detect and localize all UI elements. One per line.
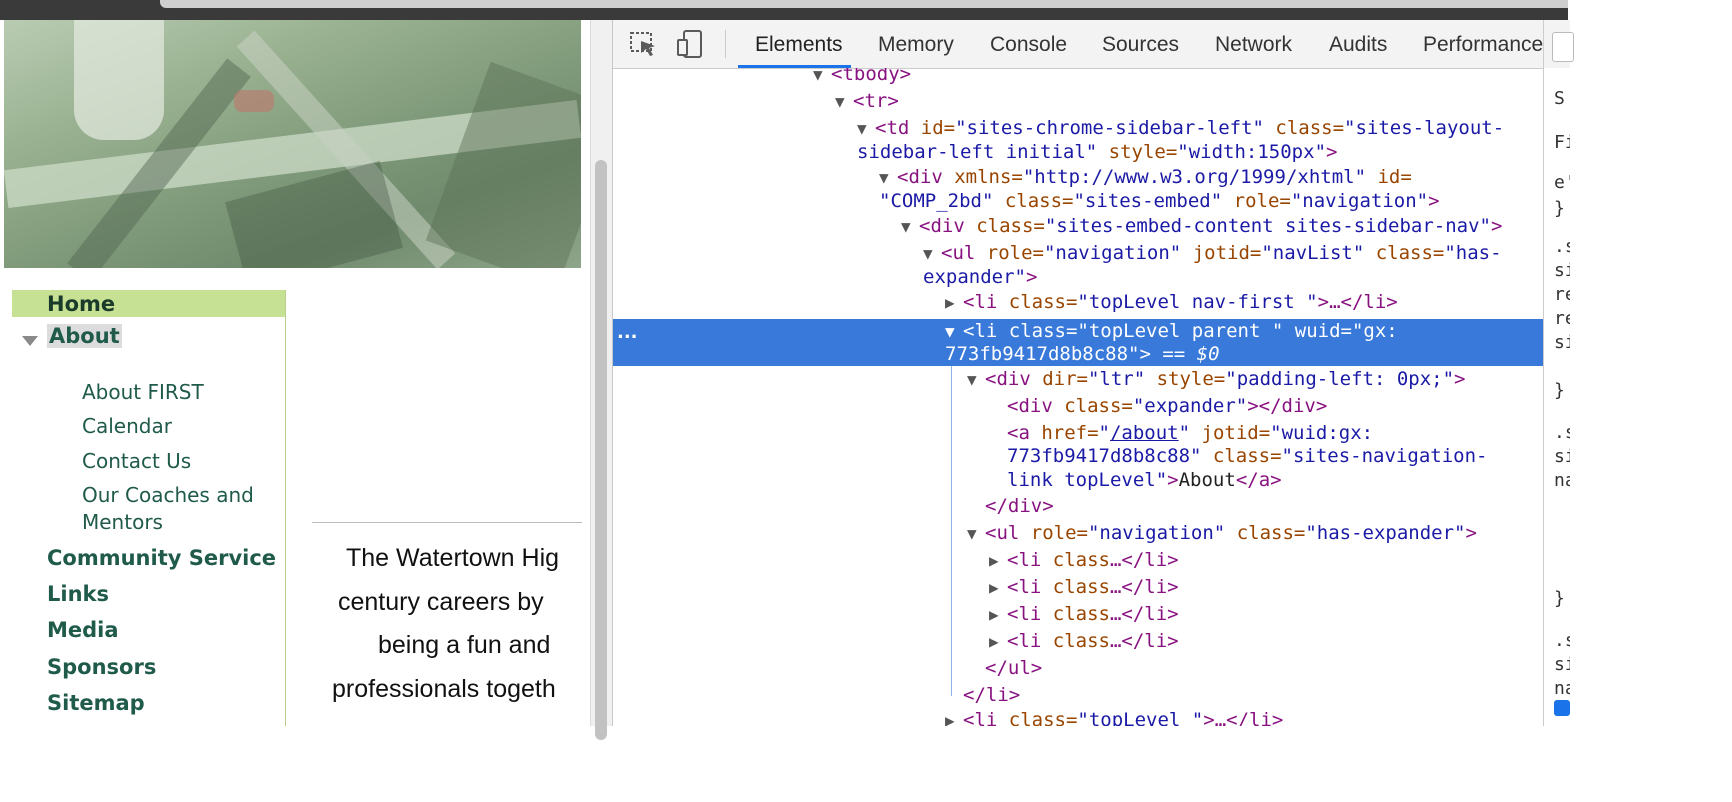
expand-arrow-icon[interactable]: ▼ [967, 368, 985, 392]
style-property-checkbox[interactable] [1554, 700, 1570, 716]
more-options-icon[interactable]: ... [617, 322, 638, 343]
dom-node[interactable]: ▶ <li class…</li> [989, 602, 1179, 626]
expand-arrow-icon[interactable]: ▼ [857, 117, 875, 141]
dom-node[interactable]: ▼ <div class="sites-embed-content sites-s… [901, 214, 1502, 238]
dom-tree: ▼ <tbody> ▼ <tr> ▼ <td id="sites-chrome-sid… [613, 68, 1543, 726]
dom-node[interactable]: ▼ <tbody> [813, 68, 911, 86]
selected-node-line: ▼ <li class="topLevel parent " wuid="gx: [945, 320, 1398, 344]
dom-node[interactable]: </div> [985, 494, 1054, 518]
expand-arrow-icon[interactable]: ▼ [879, 166, 897, 190]
expand-arrow-icon[interactable]: ▼ [835, 90, 853, 114]
dom-node[interactable]: ▶ <li class="topLevel ">…</li> [945, 708, 1283, 726]
page-scrollbar[interactable] [590, 20, 612, 740]
sidebar-item-label: About [47, 324, 122, 348]
toolbar-separator [725, 30, 726, 58]
collapse-arrow-icon[interactable]: ▶ [989, 549, 1007, 573]
sidebar-item-calendar[interactable]: Calendar [82, 414, 282, 442]
tree-guide-line [951, 366, 952, 696]
dom-node[interactable]: <div class="expander"></div> [1007, 394, 1327, 418]
content-divider [312, 522, 582, 523]
dom-node[interactable]: ▶ <li class="topLevel nav-first ">…</li> [945, 290, 1398, 314]
sidebar-item-about-first[interactable]: About FIRST [82, 380, 282, 408]
sidebar-item-media[interactable]: Media [47, 618, 285, 648]
expand-arrow-icon[interactable]: ▼ [923, 242, 941, 266]
header-banner-image [4, 20, 581, 268]
intro-line: being a fun and [378, 631, 551, 659]
dom-node[interactable]: ▼ <div dir="ltr" style="padding-left: 0px… [967, 367, 1465, 391]
tab-elements[interactable]: Elements [755, 33, 843, 57]
devtools-toolbar: Elements Memory Console Sources Network … [613, 20, 1569, 69]
dom-node[interactable]: ▶ <li class…</li> [989, 548, 1179, 572]
browser-address-bar-edge [160, 0, 1568, 8]
sidebar-item-contact-us[interactable]: Contact Us [82, 449, 282, 477]
browser-top-strip [0, 0, 1568, 20]
expand-arrow-icon[interactable]: ▼ [813, 68, 831, 87]
selected-dom-node[interactable]: ... ▼ <li class="topLevel parent " wuid="… [613, 319, 1543, 366]
expand-arrow-icon[interactable]: ▼ [967, 522, 985, 546]
expand-arrow-icon[interactable]: ▼ [945, 320, 963, 344]
collapse-arrow-icon[interactable]: ▶ [989, 576, 1007, 600]
sidebar-item-label: Home [47, 292, 116, 316]
intro-line: century careers by [338, 588, 544, 616]
dom-node[interactable]: </ul> [985, 656, 1042, 680]
dom-node-continued: "COMP_2bd" class="sites-embed" role="nav… [879, 190, 1440, 212]
styles-filter-box[interactable] [1552, 32, 1574, 62]
dom-node-continued: expander"> [923, 266, 1038, 288]
website-viewport: Home About About FIRST Calendar Contact … [0, 20, 590, 726]
devtools-panel: Elements Memory Console Sources Network … [612, 20, 1574, 726]
collapse-arrow-icon[interactable]: ▶ [945, 709, 963, 726]
expand-arrow-icon[interactable]: ▼ [901, 215, 919, 239]
sidebar-item-coaches-mentors-line2[interactable]: Mentors [82, 510, 282, 538]
dom-node-continued: 773fb9417d8b8c88" class="sites-navigatio… [1007, 445, 1488, 467]
sidebar-item-community-service[interactable]: Community Service [47, 546, 285, 576]
page-scrollbar-thumb[interactable] [595, 160, 607, 740]
sidebar-item-sitemap[interactable]: Sitemap [47, 691, 285, 721]
tab-audits[interactable]: Audits [1329, 33, 1387, 57]
intro-line: The Watertown Hig [346, 544, 560, 572]
collapse-arrow-icon[interactable]: ▶ [989, 603, 1007, 627]
dom-node-continued: sidebar-left initial" style="width:150px… [857, 141, 1338, 163]
sidebar-item-links[interactable]: Links [47, 582, 285, 612]
dom-node[interactable]: ▶ <li class…</li> [989, 575, 1179, 599]
device-toolbar-icon[interactable] [675, 30, 705, 58]
styles-pane-header [1543, 20, 1574, 69]
expand-triangle-icon[interactable] [22, 336, 38, 346]
collapse-arrow-icon[interactable]: ▶ [989, 630, 1007, 654]
sidebar-item-sponsors[interactable]: Sponsors [47, 655, 285, 685]
sidebar-item-coaches-mentors[interactable]: Our Coaches and [82, 483, 282, 511]
tab-memory[interactable]: Memory [878, 33, 954, 57]
sidebar-item-about[interactable]: About [12, 324, 285, 354]
dom-node[interactable]: ▼ <ul role="navigation" class="has-expand… [967, 521, 1477, 545]
tab-network[interactable]: Network [1215, 33, 1292, 57]
collapse-arrow-icon[interactable]: ▶ [945, 291, 963, 315]
dom-node[interactable]: </li> [963, 683, 1020, 707]
sidebar-item-home[interactable]: Home [12, 290, 285, 317]
tab-console[interactable]: Console [990, 33, 1067, 57]
styles-pane: S Fi e' } .s si re re si } .s si na } .s… [1543, 68, 1570, 726]
dom-node[interactable]: ▶ <li class…</li> [989, 629, 1179, 653]
dom-node[interactable]: ▼ <div xmlns="http://www.w3.org/1999/xhtm… [879, 165, 1412, 189]
tab-performance[interactable]: Performance [1423, 33, 1543, 57]
dom-node[interactable]: <a href="/about" jotid="wuid:gx: [1007, 421, 1373, 445]
tab-sources[interactable]: Sources [1102, 33, 1179, 57]
dom-node[interactable]: ▼ <ul role="navigation" jotid="navList" c… [923, 241, 1502, 265]
intro-line: professionals togeth [332, 675, 556, 703]
intro-paragraph: The Watertown Hig century careers by bei… [320, 540, 582, 726]
href-link[interactable]: /about [1110, 422, 1179, 444]
inspect-element-icon[interactable] [629, 30, 659, 58]
dom-node[interactable]: ▼ <td id="sites-chrome-sidebar-left" clas… [857, 116, 1504, 140]
dom-node[interactable]: ▼ <tr> [835, 89, 899, 113]
dom-node-continued: link topLevel">About</a> [1007, 469, 1282, 491]
selected-node-line: 773fb9417d8b8c88"> == $0 [945, 343, 1220, 365]
sidebar-navigation: Home About About FIRST Calendar Contact … [12, 290, 286, 726]
